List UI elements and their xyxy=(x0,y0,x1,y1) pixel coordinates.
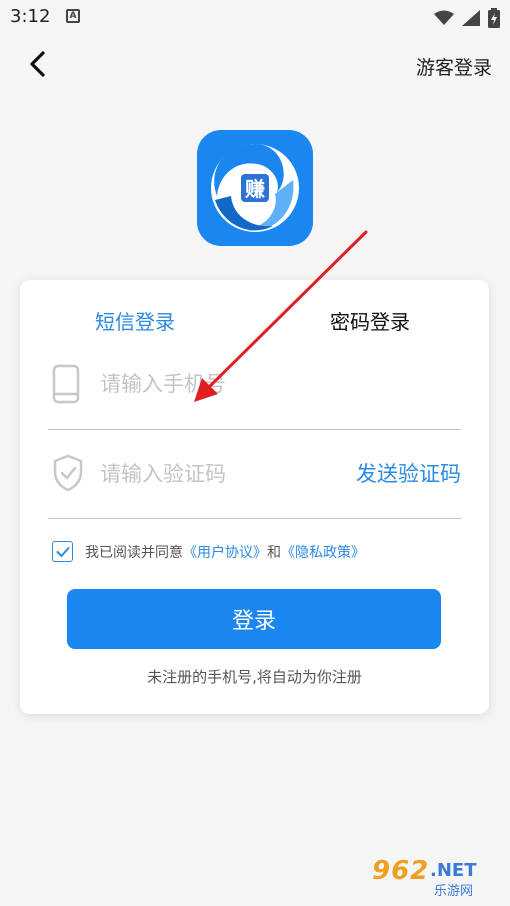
user-agreement-link[interactable]: 《用户协议》 xyxy=(183,542,267,562)
tab-password-login[interactable]: 密码登录 xyxy=(330,306,410,335)
agreement-and: 和 xyxy=(267,544,281,561)
code-field: 发送验证码 xyxy=(48,430,461,519)
swirl-logo-icon: 赚 xyxy=(211,144,299,232)
watermark-main: 962 xyxy=(372,856,430,886)
battery-charging-icon xyxy=(488,8,500,28)
status-bar: 3:12 A xyxy=(0,0,510,36)
signal-icon xyxy=(462,10,480,26)
login-screen: 3:12 A 游客登录 赚 短信登录 密码登录 请输入手机号 请输入验证码 发送… xyxy=(0,0,510,906)
agreement-row: 我已阅读并同意 《用户协议》 和 《隐私政策》 xyxy=(52,541,365,562)
privacy-policy-link[interactable]: 《隐私政策》 xyxy=(281,542,365,562)
watermark-sub: 乐游网 xyxy=(434,884,474,899)
tab-sms-login[interactable]: 短信登录 xyxy=(95,306,175,335)
watermark-logo: 962 .NET 乐游网 xyxy=(372,856,502,900)
notification-a-icon: A xyxy=(66,9,80,23)
watermark-net: .NET xyxy=(430,860,477,881)
login-button[interactable]: 登录 xyxy=(67,589,441,649)
login-card: 短信登录 密码登录 发送验证码 我已阅读并同意 《用户协议 xyxy=(20,280,489,714)
logo-char: 赚 xyxy=(244,177,265,201)
guest-login-link[interactable]: 游客登录 xyxy=(416,53,492,80)
shield-check-icon xyxy=(53,454,83,492)
phone-icon xyxy=(52,364,80,404)
app-logo: 赚 xyxy=(197,130,313,246)
agreement-checkbox[interactable] xyxy=(52,541,73,562)
phone-input[interactable] xyxy=(100,366,340,402)
status-icons xyxy=(434,8,500,28)
register-hint: 未注册的手机号,将自动为你注册 xyxy=(147,668,362,686)
send-code-button[interactable]: 发送验证码 xyxy=(356,458,461,488)
status-time: 3:12 xyxy=(10,6,51,27)
code-input[interactable] xyxy=(100,456,340,492)
wifi-icon xyxy=(434,10,454,25)
agreement-prefix: 我已阅读并同意 xyxy=(85,544,183,561)
chevron-left-icon[interactable] xyxy=(24,50,52,78)
check-icon xyxy=(56,546,69,557)
phone-field xyxy=(48,344,461,430)
